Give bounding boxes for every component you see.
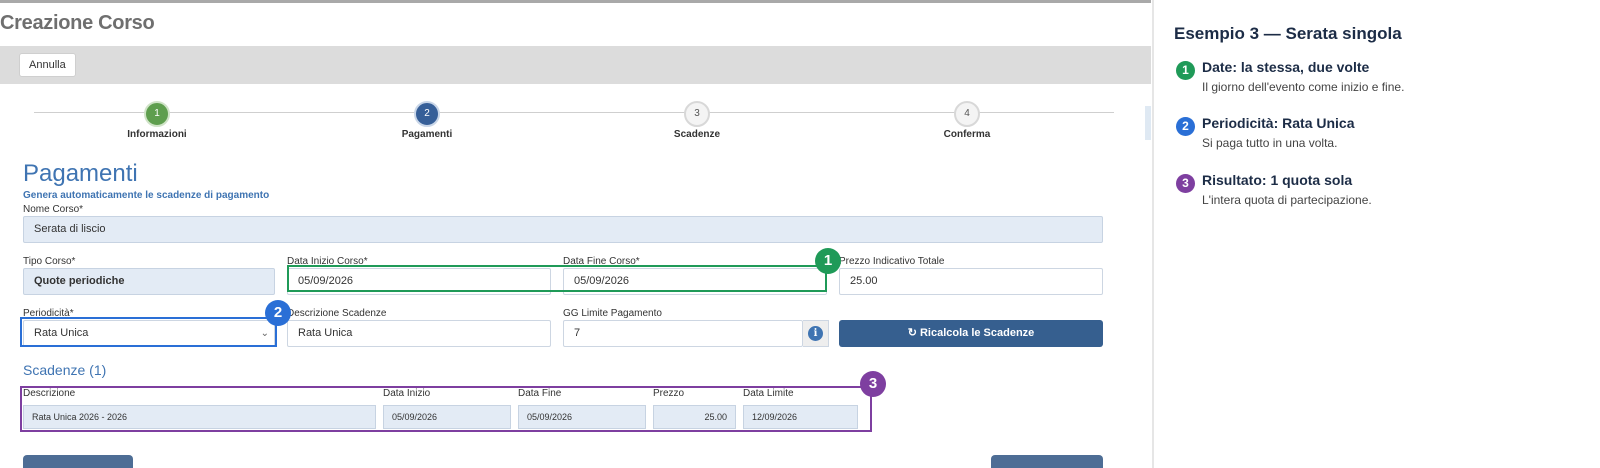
- scrollbar-thumb[interactable]: [1145, 106, 1151, 140]
- column-header: Data Fine: [518, 388, 562, 399]
- step-label: Informazioni: [127, 129, 187, 140]
- page-title: Creazione Corso: [0, 12, 155, 34]
- app-root: Creazione Corso Annulla 1 Informazioni 2…: [0, 0, 1600, 468]
- note-badge: 2: [1176, 117, 1195, 136]
- payment-limit-field[interactable]: 7: [563, 320, 803, 347]
- step-label: Conferma: [943, 129, 991, 140]
- annotation-badge-1: 1: [815, 248, 841, 274]
- note-heading: Risultato: 1 quota sola: [1202, 172, 1353, 188]
- annotation-badge-3: 3: [860, 371, 886, 397]
- note-text: Si paga tutto in una volta.: [1202, 136, 1338, 150]
- note-badge: 3: [1176, 174, 1195, 193]
- top-border: [0, 0, 1151, 3]
- row-end-field[interactable]: 05/09/2026: [518, 405, 646, 429]
- total-price-label: Prezzo Indicativo Totale: [839, 256, 945, 267]
- note-text: L'intera quota di partecipazione.: [1202, 193, 1372, 207]
- end-date-label: Data Fine Corso*: [563, 256, 640, 267]
- course-type-field[interactable]: Quote periodiche: [23, 268, 275, 295]
- step-conferma[interactable]: 4 Conferma: [907, 101, 1027, 140]
- course-type-label: Tipo Corso*: [23, 256, 76, 267]
- chevron-down-icon: ⌄: [260, 328, 269, 339]
- toolbar: Annulla: [0, 46, 1151, 84]
- step-informazioni[interactable]: 1 Informazioni: [97, 101, 217, 140]
- course-name-label: Nome Corso*: [23, 204, 84, 215]
- note-text: Il giorno dell'evento come inizio e fine…: [1202, 80, 1405, 94]
- explanation-panel: Esempio 3 — Serata singola 1 Date: la st…: [1154, 0, 1600, 468]
- column-header: Data Limite: [743, 388, 794, 399]
- note-heading: Periodicità: Rata Unica: [1202, 115, 1355, 131]
- start-date-label: Data Inizio Corso*: [287, 256, 368, 267]
- step-number: 4: [954, 101, 980, 127]
- step-number: 1: [144, 101, 170, 127]
- back-button[interactable]: [23, 455, 133, 468]
- step-label: Scadenze: [673, 129, 721, 140]
- deadline-description-label: Descrizione Scadenze: [287, 308, 387, 319]
- total-price-field[interactable]: 25.00: [839, 268, 1103, 295]
- recalculate-button[interactable]: ↻ Ricalcola le Scadenze: [839, 320, 1103, 347]
- note-badge: 1: [1176, 61, 1195, 80]
- column-header: Descrizione: [23, 388, 76, 399]
- step-pagamenti[interactable]: 2 Pagamenti: [367, 101, 487, 140]
- periodicity-label: Periodicità*: [23, 308, 74, 319]
- deadline-description-field[interactable]: Rata Unica: [287, 320, 551, 347]
- step-number: 2: [414, 101, 440, 127]
- row-limit-field[interactable]: 12/09/2026: [743, 405, 858, 429]
- payment-limit-label: GG Limite Pagamento: [563, 308, 662, 319]
- periodicity-value: Rata Unica: [34, 327, 89, 339]
- row-start-field[interactable]: 05/09/2026: [383, 405, 511, 429]
- step-label: Pagamenti: [401, 129, 453, 140]
- row-description-field[interactable]: Rata Unica 2026 - 2026: [23, 405, 376, 429]
- row-price-field[interactable]: 25.00: [653, 405, 736, 429]
- deadlines-title: Scadenze (1): [23, 362, 107, 378]
- cancel-button[interactable]: Annulla: [19, 53, 76, 77]
- info-icon: i: [808, 326, 823, 341]
- step-number: 3: [684, 101, 710, 127]
- section-title: Pagamenti: [23, 160, 138, 187]
- step-scadenze[interactable]: 3 Scadenze: [637, 101, 757, 140]
- info-addon[interactable]: i: [803, 320, 829, 347]
- periodicity-select[interactable]: Rata Unica ⌄: [23, 320, 275, 347]
- column-header: Prezzo: [653, 388, 685, 399]
- main-window: Creazione Corso Annulla 1 Informazioni 2…: [0, 0, 1151, 468]
- column-header: Data Inizio: [383, 388, 431, 399]
- section-subtitle: Genera automaticamente le scadenze di pa…: [23, 190, 270, 201]
- course-name-field[interactable]: Serata di liscio: [23, 216, 1103, 243]
- example-title: Esempio 3 — Serata singola: [1174, 24, 1402, 43]
- start-date-field[interactable]: 05/09/2026: [287, 268, 551, 295]
- end-date-field[interactable]: 05/09/2026: [563, 268, 827, 295]
- note-heading: Date: la stessa, due volte: [1202, 59, 1370, 75]
- annotation-badge-2: 2: [265, 300, 291, 326]
- next-button[interactable]: [991, 455, 1103, 468]
